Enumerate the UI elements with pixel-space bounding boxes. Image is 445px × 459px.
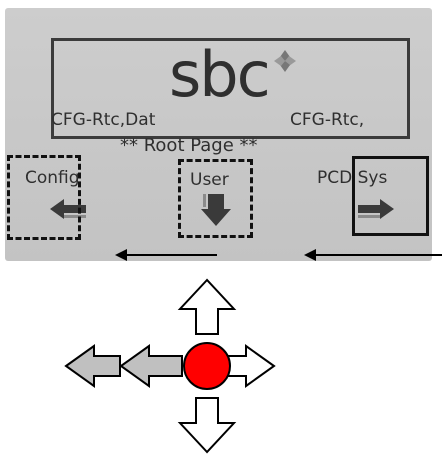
nav-center-button[interactable]	[183, 342, 231, 390]
navigation-pad	[64, 278, 276, 454]
nav-left-arrow-far-icon	[64, 344, 121, 388]
nav-down-arrow-icon[interactable]	[177, 397, 237, 454]
nav-up-arrow-icon[interactable]	[177, 278, 237, 335]
nav-left-arrow-icon[interactable]	[119, 344, 183, 388]
